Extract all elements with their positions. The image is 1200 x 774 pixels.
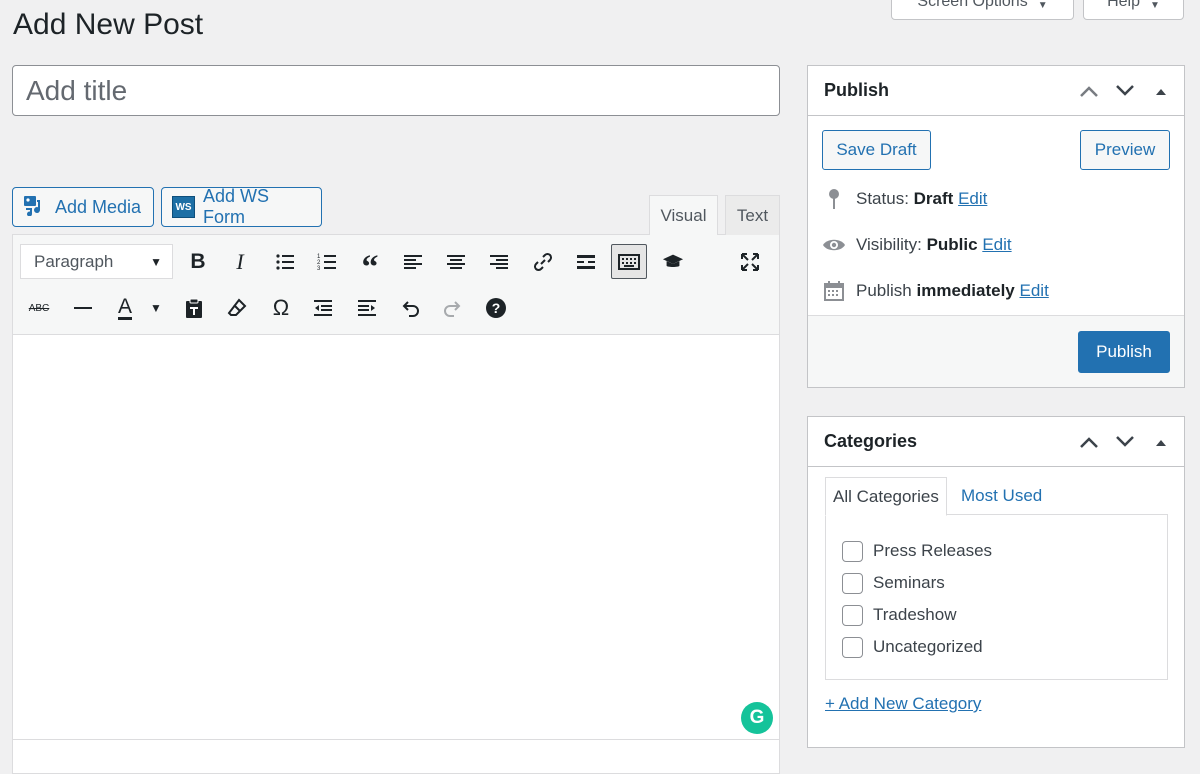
page-title: Add New Post: [13, 8, 204, 41]
preview-button[interactable]: Preview: [1080, 130, 1170, 170]
format-select-value: Paragraph: [34, 251, 114, 271]
category-checkbox[interactable]: [842, 604, 863, 626]
strikethrough-icon[interactable]: ABC: [22, 291, 56, 325]
publish-box-header: Publish: [808, 66, 1184, 116]
screen-options-button[interactable]: Screen Options ▼: [891, 0, 1074, 20]
align-right-icon[interactable]: [482, 245, 516, 279]
text-color-icon[interactable]: A: [108, 291, 142, 325]
tab-all-categories[interactable]: All Categories: [825, 477, 947, 516]
pin-icon: [822, 188, 846, 210]
edit-status-link[interactable]: Edit: [958, 189, 987, 208]
visibility-value: Public: [926, 235, 978, 254]
category-label: Tradeshow: [873, 605, 957, 624]
special-character-icon[interactable]: Ω: [264, 291, 298, 325]
align-left-icon[interactable]: [396, 245, 430, 279]
add-new-category-link[interactable]: + Add New Category: [825, 694, 981, 714]
eye-icon: [822, 237, 846, 253]
status-row: Status: Draft Edit: [822, 187, 987, 211]
caret-down-icon: ▼: [150, 254, 162, 269]
status-value: Draft: [913, 189, 954, 208]
save-draft-button[interactable]: Save Draft: [822, 130, 931, 170]
add-media-label: Add Media: [55, 196, 142, 217]
category-label: Uncategorized: [873, 637, 983, 656]
publish-value: immediately: [916, 281, 1015, 300]
paste-as-text-icon[interactable]: [177, 291, 211, 325]
caret-down-icon[interactable]: ▼: [150, 301, 162, 315]
italic-icon[interactable]: I: [223, 245, 257, 279]
collapse-triangle-icon[interactable]: [1148, 429, 1174, 455]
edit-visibility-link[interactable]: Edit: [982, 235, 1011, 254]
category-item[interactable]: Seminars: [842, 571, 945, 595]
category-item[interactable]: Press Releases: [842, 539, 992, 563]
tab-most-used[interactable]: Most Used: [954, 477, 1049, 515]
categories-box-title: Categories: [824, 431, 918, 451]
fullscreen-icon[interactable]: [733, 245, 767, 279]
tab-text[interactable]: Text: [725, 195, 780, 235]
read-more-icon[interactable]: [569, 245, 603, 279]
collapse-triangle-icon[interactable]: [1148, 78, 1174, 104]
svg-text:3: 3: [317, 266, 321, 272]
tab-visual[interactable]: Visual: [649, 195, 718, 236]
help-label: Help: [1107, 0, 1140, 10]
undo-icon[interactable]: [393, 291, 427, 325]
ws-form-logo-icon: WS: [172, 196, 196, 218]
chevron-down-icon[interactable]: [1112, 78, 1138, 104]
outdent-icon[interactable]: [306, 291, 340, 325]
toolbar-toggle-icon[interactable]: [611, 244, 647, 279]
category-checkbox[interactable]: [842, 572, 863, 594]
add-media-icon: [23, 194, 47, 221]
link-icon[interactable]: [526, 245, 560, 279]
publish-button[interactable]: Publish: [1078, 331, 1170, 373]
caret-down-icon: ▼: [1037, 0, 1048, 11]
publish-schedule-row: Publish immediately Edit: [822, 279, 1049, 303]
indent-icon[interactable]: [350, 291, 384, 325]
chevron-up-icon[interactable]: [1076, 78, 1102, 104]
category-checkbox[interactable]: [842, 540, 863, 562]
screen-options-label: Screen Options: [917, 0, 1028, 10]
blockquote-icon[interactable]: “: [353, 245, 387, 285]
edit-publish-date-link[interactable]: Edit: [1020, 281, 1049, 300]
category-label: Seminars: [873, 573, 945, 592]
status-label: Status:: [856, 189, 909, 208]
visibility-row: Visibility: Public Edit: [822, 233, 1012, 257]
grammarly-icon[interactable]: G: [741, 702, 773, 734]
editor-status-divider: [13, 739, 779, 740]
bold-icon[interactable]: B: [181, 245, 215, 279]
publish-box-title: Publish: [824, 80, 890, 100]
bulleted-list-icon[interactable]: [268, 245, 302, 279]
caret-down-icon: ▼: [1150, 0, 1160, 11]
category-item[interactable]: Uncategorized: [842, 635, 983, 659]
help-button[interactable]: Help ▼: [1083, 0, 1184, 20]
category-item[interactable]: Tradeshow: [842, 603, 956, 627]
numbered-list-icon[interactable]: 123: [310, 245, 344, 279]
clear-formatting-icon[interactable]: [220, 291, 254, 325]
graduation-cap-icon[interactable]: [656, 245, 690, 279]
paragraph-format-select[interactable]: Paragraph ▼: [20, 244, 173, 279]
add-ws-form-button[interactable]: WS Add WS Form: [161, 186, 322, 227]
categories-box-header: Categories: [808, 417, 1184, 467]
redo-icon[interactable]: [436, 291, 470, 325]
help-icon[interactable]: ?: [479, 291, 513, 325]
calendar-icon: [822, 280, 846, 302]
align-center-icon[interactable]: [439, 245, 473, 279]
post-title-input[interactable]: [12, 65, 780, 116]
add-ws-form-label: Add WS Form: [203, 186, 270, 227]
publish-label: Publish: [856, 281, 912, 300]
category-checkbox[interactable]: [842, 636, 863, 658]
category-label: Press Releases: [873, 541, 993, 560]
visibility-label: Visibility:: [856, 235, 922, 254]
horizontal-line-icon[interactable]: [66, 291, 100, 325]
add-media-button[interactable]: Add Media: [12, 187, 154, 227]
chevron-down-icon[interactable]: [1112, 429, 1138, 455]
chevron-up-icon[interactable]: [1076, 429, 1102, 455]
